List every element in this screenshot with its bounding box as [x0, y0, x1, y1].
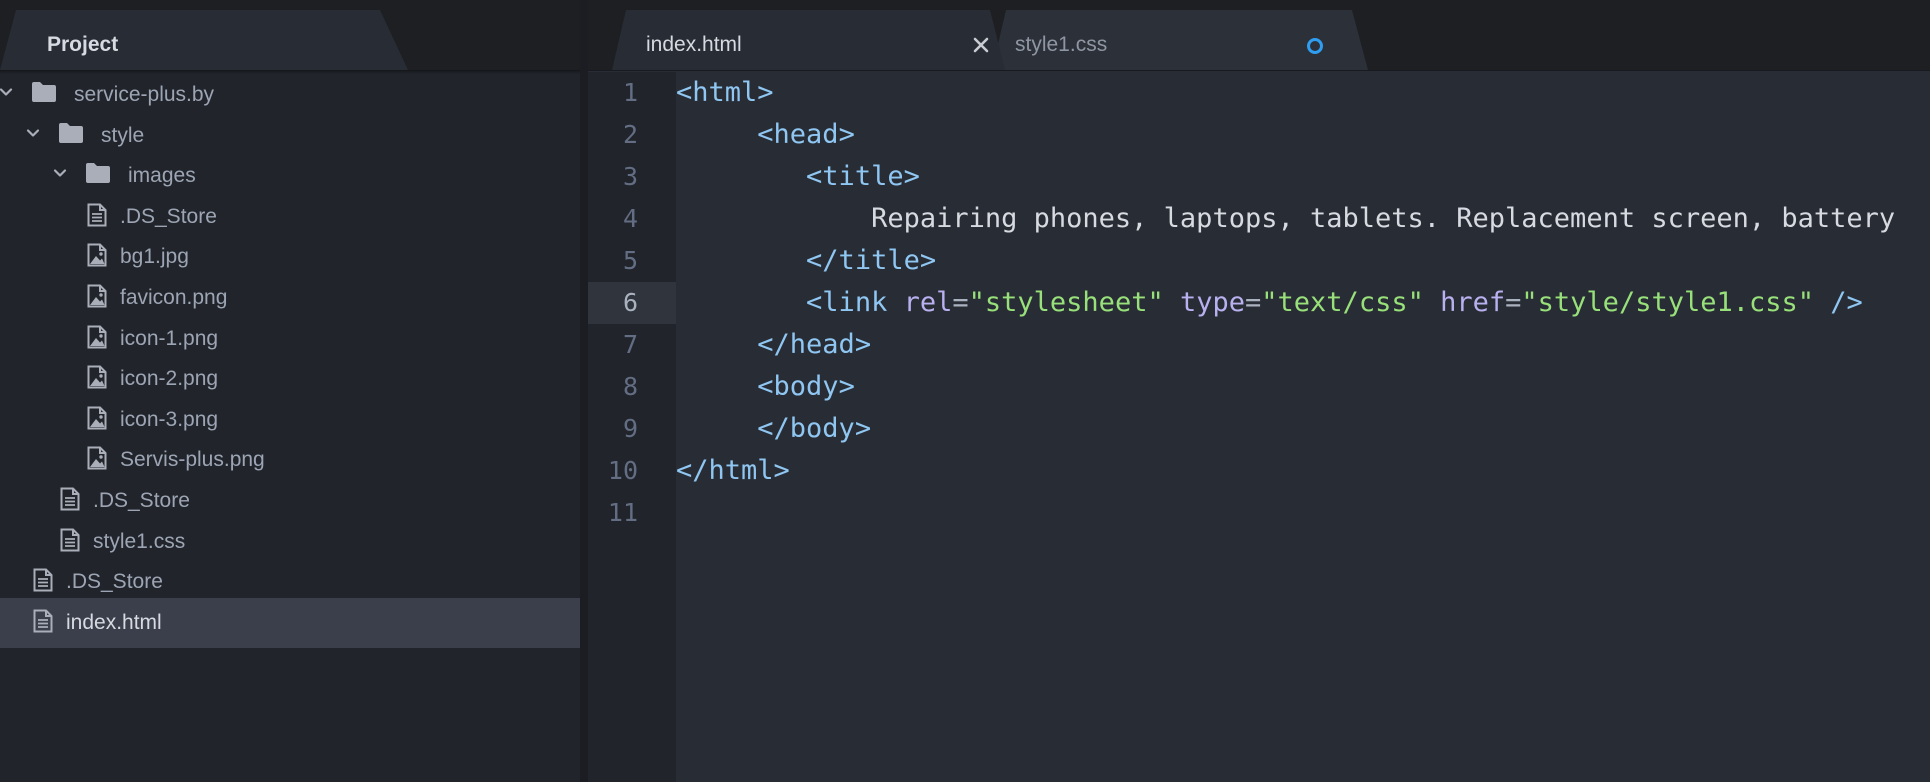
- text-editor: style1.css index.html 1 2 3 4 5 6 7 8 9 10 11 <htm…: [588, 0, 1930, 782]
- tab-index-html[interactable]: index.html: [612, 10, 1005, 70]
- line-number: 1: [622, 78, 638, 107]
- tree-item-label: icon-3.png: [120, 407, 219, 431]
- tree-item-label: favicon.png: [120, 286, 228, 309]
- file-text-icon: [60, 487, 80, 511]
- tab-style1-css[interactable]: style1.css: [992, 10, 1368, 70]
- folder-icon: [58, 122, 84, 144]
- project-panel: Project service-plus.by style images .DS_St…: [0, 0, 580, 782]
- tab-label: index.html: [646, 33, 742, 56]
- file-image-icon: [87, 243, 107, 267]
- tree-item-label: style1.css: [93, 529, 186, 553]
- line-number-gutter: 1 2 3 4 5 6 7 8 9 10 11: [588, 72, 676, 782]
- modified-dot-icon: [1307, 38, 1323, 54]
- chevron-down-icon[interactable]: [52, 165, 68, 181]
- file-text-icon: [33, 609, 53, 633]
- file-text-icon: [60, 528, 80, 552]
- code-line[interactable]: </head>: [676, 324, 871, 366]
- file-image-icon: [87, 325, 107, 349]
- tree-item-label: icon-1.png: [120, 326, 219, 350]
- code-line[interactable]: <link rel="stylesheet" type="text/css" h…: [676, 282, 1863, 324]
- file-text-icon: [87, 203, 107, 227]
- line-number: 9: [622, 414, 638, 443]
- line-number: 6: [622, 288, 638, 317]
- file-image-icon: [87, 365, 107, 389]
- tree-item-label: images: [128, 164, 196, 188]
- line-number: 8: [622, 372, 638, 401]
- tree-item-label: service-plus.by: [74, 83, 215, 106]
- editor-tabbar: style1.css index.html: [588, 0, 1930, 71]
- tree-item-label: .DS_Store: [120, 204, 217, 228]
- line-number: 5: [622, 246, 638, 275]
- tree-item-label: .DS_Store: [93, 489, 190, 512]
- code-line[interactable]: Repairing phones, laptops, tablets. Repl…: [676, 198, 1895, 240]
- project-panel-title: Project: [47, 33, 119, 56]
- project-panel-tab[interactable]: Project: [0, 10, 408, 70]
- tree-item-label: icon-2.png: [120, 367, 219, 391]
- code-line[interactable]: </body>: [676, 408, 871, 450]
- folder-icon: [85, 162, 111, 184]
- line-number: 10: [607, 456, 638, 485]
- project-panel-tabbar: Project: [0, 0, 580, 71]
- file-image-icon: [87, 446, 107, 470]
- line-number: 7: [622, 330, 638, 359]
- code-line[interactable]: <body>: [676, 366, 855, 408]
- code-line[interactable]: </title>: [676, 240, 936, 282]
- tree-item-label: .DS_Store: [66, 570, 163, 594]
- line-number: 4: [622, 204, 638, 233]
- line-number: 2: [622, 120, 638, 149]
- file-text-icon: [33, 568, 53, 592]
- editor-window: Project service-plus.by style images .DS_St…: [0, 0, 1930, 782]
- tree-item-label: style: [101, 123, 145, 147]
- chevron-down-icon[interactable]: [25, 125, 41, 141]
- folder-icon: [31, 81, 57, 103]
- code-line[interactable]: <title>: [676, 156, 920, 198]
- code-area[interactable]: <html> <head> <title> Repairing phones, …: [676, 72, 1930, 782]
- tab-label: style1.css: [1015, 33, 1108, 56]
- tree-file-index-html[interactable]: index.html: [0, 597, 580, 648]
- panel-resize-handle[interactable]: [580, 0, 588, 782]
- tree-item-label: bg1.jpg: [120, 245, 189, 269]
- close-icon[interactable]: [972, 36, 990, 54]
- chevron-down-icon[interactable]: [0, 84, 14, 100]
- line-number: 11: [607, 498, 638, 527]
- code-line[interactable]: </html>: [676, 450, 790, 492]
- file-image-icon: [87, 284, 107, 308]
- file-image-icon: [87, 406, 107, 430]
- tree-item-label: index.html: [66, 610, 162, 634]
- code-line[interactable]: <html>: [676, 72, 774, 114]
- tree-item-label: Servis-plus.png: [120, 448, 265, 472]
- line-number: 3: [622, 162, 638, 191]
- code-line[interactable]: <head>: [676, 114, 855, 156]
